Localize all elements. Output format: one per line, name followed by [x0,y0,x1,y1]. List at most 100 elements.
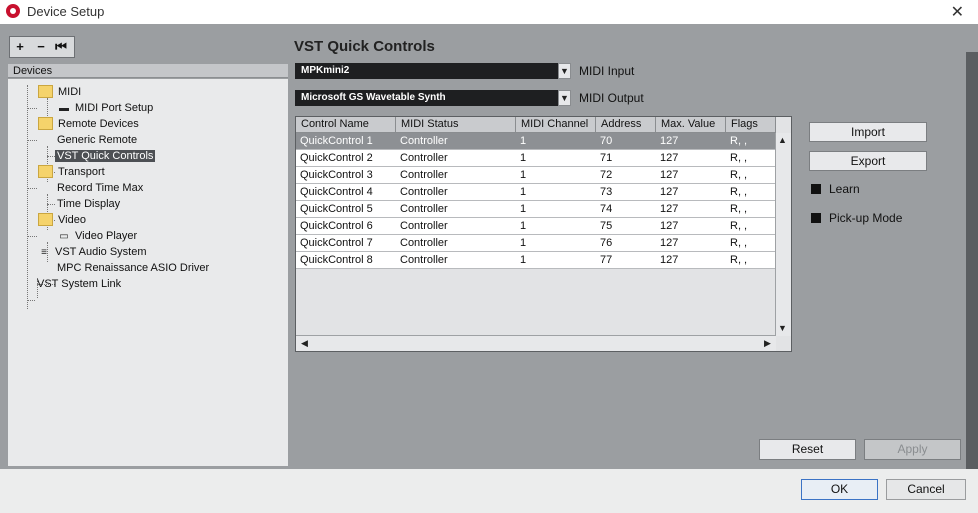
audio-system-icon: ≡ [41,247,47,258]
column-header[interactable]: Max. Value [656,117,726,132]
table-row[interactable]: QuickControl 1 Controller 1 70 127 R, , [296,133,776,150]
tree-item-mpc-renaissance-asio[interactable]: MPC Renaissance ASIO Driver [57,260,209,276]
cell-midi-channel: 1 [520,220,527,232]
cubase-icon [6,4,20,18]
cell-flags: R, , [730,135,748,147]
column-header[interactable]: MIDI Channel [516,117,596,132]
tree-item-remote-devices[interactable]: Remote Devices [38,116,139,132]
cell-midi-status: Controller [400,237,448,249]
cell-max-value: 127 [660,254,679,266]
tree-item-time-display[interactable]: Time Display [57,196,120,212]
tree-item-generic-remote[interactable]: Generic Remote [57,132,137,148]
table-header: Control Name MIDI Status MIDI Channel Ad… [296,117,776,133]
scroll-left-icon[interactable]: ◀ [298,337,311,350]
scroll-up-icon[interactable]: ▲ [776,134,789,147]
midi-output-select[interactable]: Microsoft GS Wavetable Synth [295,90,571,106]
pickup-mode-label: Pick-up Mode [829,211,903,225]
column-header[interactable]: Flags [726,117,776,132]
export-button[interactable]: Export [809,151,927,171]
cell-max-value: 127 [660,135,679,147]
cell-midi-channel: 1 [520,237,527,249]
table-row[interactable]: QuickControl 5 Controller 1 74 127 R, , [296,201,776,218]
tree-item-vst-audio-system[interactable]: ≡ VST Audio System [36,244,146,260]
cell-midi-channel: 1 [520,203,527,215]
table-row[interactable]: QuickControl 3 Controller 1 72 127 R, , [296,167,776,184]
cell-max-value: 127 [660,169,679,181]
cell-control-name: QuickControl 8 [300,254,373,266]
cell-max-value: 127 [660,237,679,249]
cell-control-name: QuickControl 4 [300,186,373,198]
tree-item-vst-system-link[interactable]: VST System Link [37,276,121,292]
tree-item-midi[interactable]: MIDI [38,84,81,100]
tree-item-vst-quick-controls[interactable]: VST Quick Controls [55,148,156,164]
device-setup-dialog: + − ⏮ Devices MIDI ▬ MIDI Port Setup Remo… [0,24,978,513]
tree-item-transport[interactable]: Transport [38,164,105,180]
cell-control-name: QuickControl 2 [300,152,373,164]
learn-label: Learn [829,182,860,196]
table-row[interactable]: QuickControl 2 Controller 1 71 127 R, , [296,150,776,167]
scroll-right-icon[interactable]: ▶ [761,337,774,350]
chevron-down-icon[interactable]: ▼ [558,63,571,79]
table-row[interactable]: QuickControl 7 Controller 1 76 127 R, , [296,235,776,252]
cell-flags: R, , [730,254,748,266]
pickup-mode-checkbox[interactable] [811,213,821,223]
cell-max-value: 127 [660,186,679,198]
learn-checkbox[interactable] [811,184,821,194]
column-header[interactable]: MIDI Status [396,117,516,132]
tree-item-video-player[interactable]: ▭ Video Player [56,228,137,244]
folder-icon [38,84,53,98]
table-row[interactable]: QuickControl 8 Controller 1 77 127 R, , [296,252,776,269]
midi-port-icon: ▬ [59,103,69,114]
cell-max-value: 127 [660,203,679,215]
cell-midi-channel: 1 [520,135,527,147]
cell-control-name: QuickControl 3 [300,169,373,181]
horizontal-scrollbar[interactable]: ◀ ▶ [296,335,776,351]
tree-item-video[interactable]: Video [38,212,86,228]
tree-item-record-time-max[interactable]: Record Time Max [57,180,143,196]
tree-item-midi-port-setup[interactable]: ▬ MIDI Port Setup [56,100,153,116]
title-bar: Device Setup ✕ [0,0,978,24]
column-header[interactable]: Address [596,117,656,132]
cell-midi-status: Controller [400,203,448,215]
cell-midi-status: Controller [400,152,448,164]
cell-control-name: QuickControl 7 [300,237,373,249]
cell-midi-channel: 1 [520,169,527,181]
cell-address: 76 [600,237,613,249]
chevron-down-icon[interactable]: ▼ [558,90,571,106]
scroll-down-icon[interactable]: ▼ [776,322,789,335]
cell-address: 73 [600,186,613,198]
cell-max-value: 127 [660,220,679,232]
reset-device-button[interactable]: ⏮ [52,38,70,56]
close-icon[interactable]: ✕ [951,2,964,22]
vertical-scrollbar[interactable]: ▲ ▼ [775,133,791,336]
import-button[interactable]: Import [809,122,927,142]
devices-tree: MIDI ▬ MIDI Port Setup Remote Devices Gen… [8,79,288,466]
cell-address: 75 [600,220,613,232]
midi-input-select[interactable]: MPKmini2 [295,63,571,79]
remove-device-button[interactable]: − [32,38,50,56]
cancel-button[interactable]: Cancel [886,479,966,500]
apply-button[interactable]: Apply [864,439,961,460]
reset-button[interactable]: Reset [759,439,856,460]
add-device-button[interactable]: + [11,38,29,56]
folder-icon [38,116,53,130]
cell-midi-status: Controller [400,169,448,181]
folder-icon [38,212,53,226]
column-header[interactable]: Control Name [296,117,396,132]
ok-button[interactable]: OK [801,479,878,500]
cell-control-name: QuickControl 1 [300,135,373,147]
cell-control-name: QuickControl 5 [300,203,373,215]
device-toolbar: + − ⏮ [9,36,75,58]
cell-flags: R, , [730,186,748,198]
cell-address: 72 [600,169,613,181]
cell-flags: R, , [730,220,748,232]
window-title: Device Setup [27,4,105,19]
cell-midi-status: Controller [400,220,448,232]
table-row[interactable]: QuickControl 4 Controller 1 73 127 R, , [296,184,776,201]
cell-midi-channel: 1 [520,254,527,266]
cell-control-name: QuickControl 6 [300,220,373,232]
cell-address: 70 [600,135,613,147]
cell-address: 77 [600,254,613,266]
table-row[interactable]: QuickControl 6 Controller 1 75 127 R, , [296,218,776,235]
cell-midi-channel: 1 [520,152,527,164]
